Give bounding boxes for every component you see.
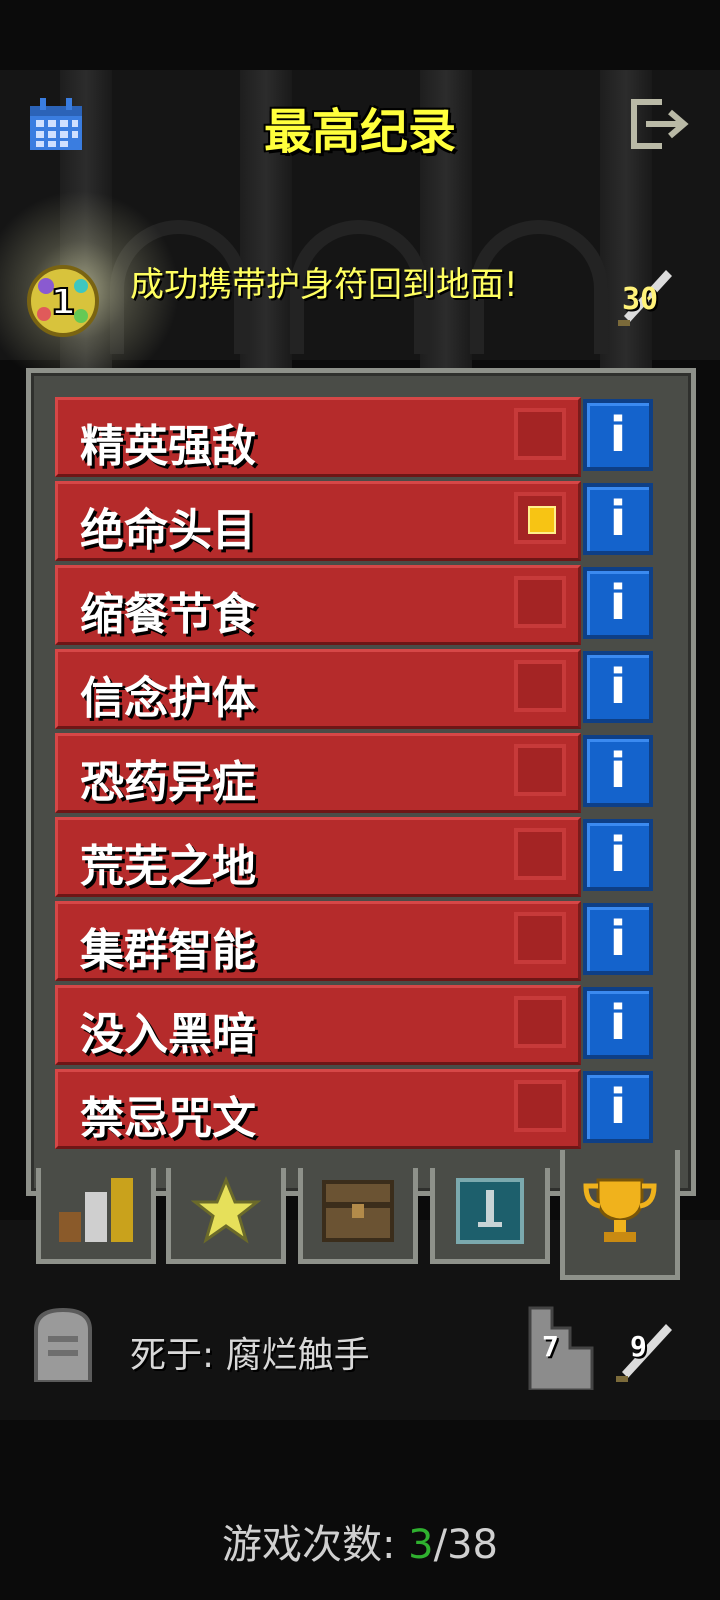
challenge-row[interactable]: 信念护体 [55, 649, 581, 729]
info-button[interactable]: i [583, 483, 653, 555]
challenge-row[interactable]: 缩餐节食 [55, 565, 581, 645]
challenge-row[interactable]: 荒芜之地 [55, 817, 581, 897]
info-icon: i [609, 659, 627, 715]
info-button[interactable]: i [583, 903, 653, 975]
depth-stairs-icon [528, 1306, 594, 1390]
info-icon: i [609, 575, 627, 631]
trophy-icon [583, 1178, 657, 1242]
death-record-row[interactable]: 死于: 腐烂触手 7 9 [30, 1306, 710, 1390]
challenge-label: 缩餐节食 [80, 589, 256, 640]
record-depth: 30 [622, 282, 659, 317]
challenge-checkbox[interactable] [514, 492, 566, 544]
exit-icon[interactable] [628, 96, 692, 152]
death-level: 9 [630, 1330, 647, 1363]
info-button[interactable]: i [583, 819, 653, 891]
star-icon [191, 1176, 261, 1244]
chest-icon [322, 1180, 394, 1242]
death-cause: 死于: 腐烂触手 [130, 1335, 370, 1376]
tab-stats-bars[interactable] [36, 1168, 156, 1264]
info-button[interactable]: i [583, 987, 653, 1059]
challenge-checkbox[interactable] [514, 996, 566, 1048]
challenge-checkbox[interactable] [514, 660, 566, 712]
challenge-checkbox[interactable] [514, 576, 566, 628]
info-icon: i [609, 995, 627, 1051]
info-icon: i [609, 743, 627, 799]
checkbox-mark [528, 506, 556, 534]
info-button[interactable]: i [583, 399, 653, 471]
challenge-row[interactable]: 没入黑暗 [55, 985, 581, 1065]
challenge-label: 禁忌咒文 [80, 1093, 256, 1144]
info-icon: i [609, 827, 627, 883]
games-separator: / [433, 1522, 448, 1568]
challenge-checkbox[interactable] [514, 828, 566, 880]
record-description: 成功携带护身符回到地面! [130, 265, 518, 305]
games-total: 38 [447, 1522, 499, 1568]
info-icon: i [609, 407, 627, 463]
challenge-checkbox[interactable] [514, 408, 566, 460]
challenge-row[interactable]: 恐药异症 [55, 733, 581, 813]
challenge-checkbox[interactable] [514, 912, 566, 964]
tab-trophy[interactable] [560, 1150, 680, 1280]
info-icon: i [609, 491, 627, 547]
challenge-label: 集群智能 [80, 925, 256, 976]
info-icon: i [609, 911, 627, 967]
games-played: 游戏次数: 3/38 [0, 1512, 720, 1570]
info-button[interactable]: i [583, 567, 653, 639]
challenge-label: 恐药异症 [80, 757, 256, 808]
challenges-panel: 精英强敌 i 绝命头目 i 缩餐节食 i 信念护体 i 恐药异症 i 荒芜之地 i 集群智能 i 没入黑暗 i… [26, 368, 696, 1196]
challenge-row[interactable]: 集群智能 [55, 901, 581, 981]
challenge-label: 精英强敌 [80, 421, 256, 472]
tombstone-icon [34, 1307, 92, 1382]
games-label: 游戏次数: [221, 1522, 409, 1568]
challenge-label: 荒芜之地 [80, 841, 256, 892]
challenge-label: 没入黑暗 [80, 1009, 256, 1060]
info-button[interactable]: i [583, 651, 653, 723]
info-button[interactable]: i [583, 1071, 653, 1143]
challenge-label: 信念护体 [80, 673, 256, 724]
death-depth: 7 [542, 1330, 559, 1363]
rank-badge-icon: 1 [27, 265, 99, 337]
challenge-row[interactable]: 禁忌咒文 [55, 1069, 581, 1149]
stats-bars-icon [59, 1178, 133, 1242]
info-icon: i [609, 1079, 627, 1135]
sword-card-icon [456, 1178, 524, 1244]
rank-number: 1 [50, 282, 75, 323]
challenge-label: 绝命头目 [80, 505, 256, 556]
tab-chest[interactable] [298, 1168, 418, 1264]
page-title: 最高纪录 [263, 104, 456, 160]
tab-sword-card[interactable] [430, 1168, 550, 1264]
tab-star[interactable] [166, 1168, 286, 1264]
challenge-checkbox[interactable] [514, 744, 566, 796]
challenge-row[interactable]: 绝命头目 [55, 481, 581, 561]
info-button[interactable]: i [583, 735, 653, 807]
challenge-row[interactable]: 精英强敌 [55, 397, 581, 477]
challenge-checkbox[interactable] [514, 1080, 566, 1132]
games-current: 3 [408, 1522, 434, 1568]
